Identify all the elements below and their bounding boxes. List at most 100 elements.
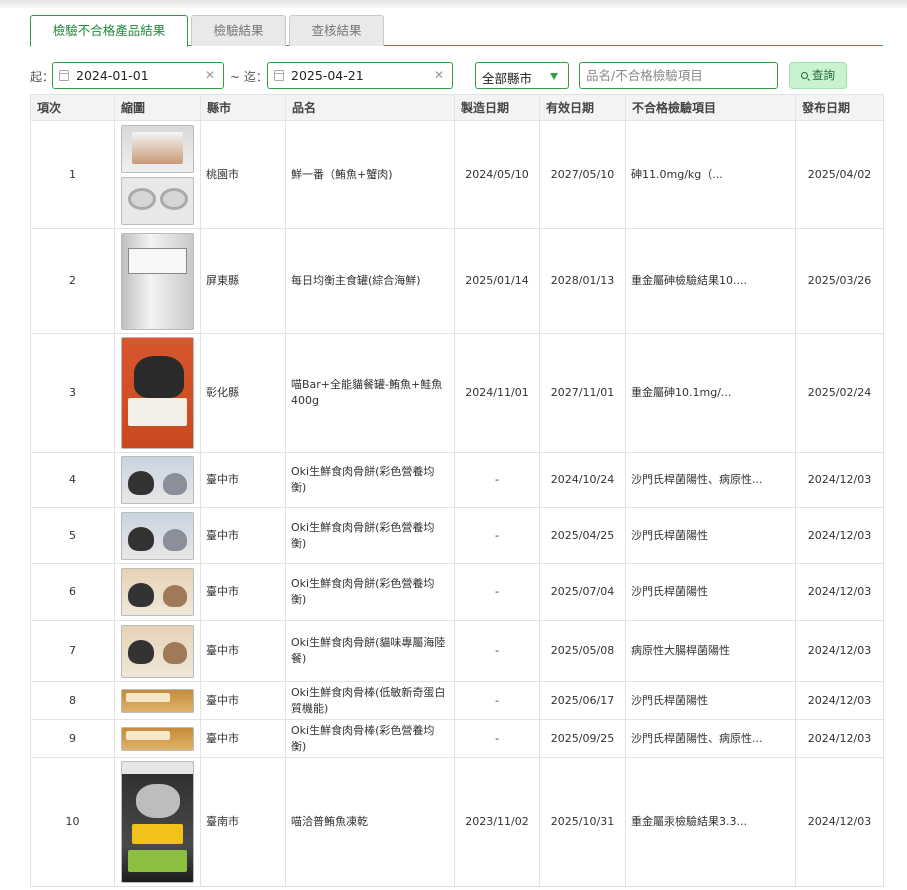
cell-county: 臺中市 [200,719,286,758]
cell-name: Oki生鮮食肉骨餅(彩色營養均衡) [285,563,455,621]
cell-exp: 2025/07/04 [539,563,626,621]
tab-inspection-results[interactable]: 檢驗結果 [191,15,286,46]
cell-exp: 2025/04/25 [539,507,626,564]
cell-pub: 2024/12/03 [795,563,884,621]
cell-no: 4 [30,452,115,508]
cell-no: 1 [30,120,115,229]
col-header-thumb: 縮圖 [114,94,201,121]
cell-thumb [114,719,201,758]
tab-audit-results[interactable]: 查核結果 [289,15,384,46]
search-input[interactable] [579,62,778,89]
cell-name: Oki生鮮食肉骨棒(低敏新奇蛋白質機能) [285,681,455,720]
cell-mfg: - [454,719,540,758]
cell-pub: 2025/03/26 [795,228,884,334]
table-row[interactable]: 8 臺中市 Oki生鮮食肉骨棒(低敏新奇蛋白質機能) - 2025/06/17 … [30,681,884,720]
tab-failed-products[interactable]: 檢驗不合格產品結果 [30,15,188,47]
cell-item: 沙門氏桿菌陽性 [625,681,796,720]
query-button-label: 查詢 [812,68,835,82]
cell-mfg: 2023/11/02 [454,757,540,887]
table-row[interactable]: 3 彰化縣 喵Bar+全能貓餐罐-鮪魚+鮭魚400g 2024/11/01 20… [30,333,884,453]
cell-pub: 2024/12/03 [795,681,884,720]
cell-thumb [114,757,201,887]
start-date-picker[interactable]: 2024-01-01 ✕ [52,62,224,89]
search-icon [801,72,808,79]
table-row[interactable]: 1 桃園市 鮮一番（鮪魚+蟹肉) 2024/05/10 2027/05/10 砷… [30,120,884,229]
cell-exp: 2025/06/17 [539,681,626,720]
pet-pack-icon[interactable] [121,511,194,560]
cell-no: 5 [30,507,115,564]
clear-icon[interactable]: ✕ [434,68,444,82]
start-date-value: 2024-01-01 [76,68,149,83]
table-row[interactable]: 6 臺中市 Oki生鮮食肉骨餅(彩色營養均衡) - 2025/07/04 沙門氏… [30,563,884,621]
cell-county: 桃園市 [200,120,286,229]
jar-icon[interactable] [121,761,194,883]
cell-name: 鮮一番（鮪魚+蟹肉) [285,120,455,229]
cell-exp: 2028/01/13 [539,228,626,334]
county-select-value: 全部縣市 [482,71,533,86]
cell-item: 重金屬汞檢驗結果3.3... [625,757,796,887]
cell-item: 重金屬砷檢驗結果10.... [625,228,796,334]
cell-county: 臺南市 [200,757,286,887]
calendar-icon [59,70,69,81]
cell-pub: 2024/12/03 [795,719,884,758]
orange-can-icon[interactable] [121,337,194,449]
pet-pack-icon[interactable] [121,456,194,504]
top-shadow-bar [0,0,907,8]
clear-icon[interactable]: ✕ [205,68,215,82]
cell-no: 3 [30,333,115,453]
pet-pack-beige-icon[interactable] [121,624,194,678]
cell-mfg: - [454,507,540,564]
cell-name: Oki生鮮食肉骨餅(彩色營養均衡) [285,507,455,564]
stick-pack-icon[interactable] [121,688,194,713]
cell-mfg: - [454,681,540,720]
col-header-mfg: 製造日期 [454,94,540,121]
cell-pub: 2024/12/03 [795,452,884,508]
cell-pub: 2025/04/02 [795,120,884,229]
col-header-county: 縣市 [200,94,286,121]
county-select[interactable]: 全部縣市 [475,62,569,89]
table-row[interactable]: 5 臺中市 Oki生鮮食肉骨餅(彩色營養均衡) - 2025/04/25 沙門氏… [30,507,884,564]
can-icon[interactable] [121,124,194,173]
cell-exp: 2024/10/24 [539,452,626,508]
cell-county: 臺中市 [200,452,286,508]
table-header-row: 項次 縮圖 縣市 品名 製造日期 有效日期 不合格檢驗項目 發布日期 [30,94,884,121]
cell-county: 臺中市 [200,620,286,682]
cell-exp: 2025/09/25 [539,719,626,758]
cell-county: 屏東縣 [200,228,286,334]
cell-thumb [114,228,201,334]
end-date-value: 2025-04-21 [291,68,364,83]
cell-pub: 2025/02/24 [795,333,884,453]
cell-name: Oki生鮮食肉骨棒(彩色營養均衡) [285,719,455,758]
cell-mfg: - [454,452,540,508]
cell-exp: 2025/10/31 [539,757,626,887]
stick-pack-icon[interactable] [121,726,194,751]
end-date-picker[interactable]: 2025-04-21 ✕ [267,62,453,89]
cell-name: Oki生鮮食肉骨餅(貓味專屬海陸餐) [285,620,455,682]
cell-mfg: - [454,563,540,621]
cell-exp: 2025/05/08 [539,620,626,682]
cell-no: 7 [30,620,115,682]
table-row[interactable]: 7 臺中市 Oki生鮮食肉骨餅(貓味專屬海陸餐) - 2025/05/08 病原… [30,620,884,682]
tray-icon[interactable] [121,176,194,225]
cell-item: 沙門氏桿菌陽性 [625,507,796,564]
cell-mfg: 2025/01/14 [454,228,540,334]
cell-thumb [114,333,201,453]
query-button[interactable]: 查詢 [789,62,847,89]
table-row[interactable]: 9 臺中市 Oki生鮮食肉骨棒(彩色營養均衡) - 2025/09/25 沙門氏… [30,719,884,758]
cell-no: 8 [30,681,115,720]
cell-pub: 2024/12/03 [795,757,884,887]
cell-county: 臺中市 [200,681,286,720]
cell-thumb [114,452,201,508]
filter-bar: 起： 2024-01-01 ✕ ~ 迄： 2025-04-21 ✕ 全部縣市 查… [30,62,883,89]
silver-can-icon[interactable] [121,232,194,330]
table-row[interactable]: 10 臺南市 喵洽普鮪魚凍乾 2023/11/02 2025/10/31 重金屬… [30,757,884,887]
col-header-pub: 發布日期 [795,94,884,121]
table-row[interactable]: 2 屏東縣 每日均衡主食罐(綜合海鮮) 2025/01/14 2028/01/1… [30,228,884,334]
start-date-label: 起： [30,70,55,84]
tab-bar: 檢驗不合格產品結果 檢驗結果 查核結果 [30,15,883,47]
cell-no: 2 [30,228,115,334]
cell-item: 砷11.0mg/kg（... [625,120,796,229]
pet-pack-beige-icon[interactable] [121,568,194,616]
cell-thumb [114,120,201,229]
table-row[interactable]: 4 臺中市 Oki生鮮食肉骨餅(彩色營養均衡) - 2024/10/24 沙門氏… [30,452,884,508]
